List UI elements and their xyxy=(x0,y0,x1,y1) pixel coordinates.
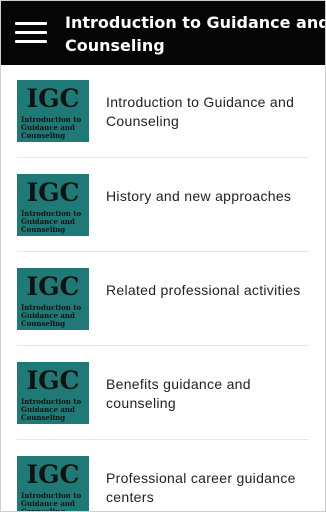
menu-bar-line xyxy=(15,40,47,43)
hamburger-menu-icon[interactable] xyxy=(15,19,47,45)
list-item[interactable]: IGC Introduction to Guidance and Counsel… xyxy=(1,347,325,441)
list-item[interactable]: IGC Introduction to Guidance and Counsel… xyxy=(1,159,325,253)
igc-thumbnail: IGC Introduction to Guidance and Counsel… xyxy=(17,456,89,512)
chapter-list: IGC Introduction to Guidance and Counsel… xyxy=(1,65,325,512)
divider xyxy=(17,251,309,252)
page-title: Introduction to Guidance and Counseling xyxy=(65,11,326,57)
thumbnail-big-text: IGC xyxy=(26,272,80,301)
page-title-line-2: Counseling xyxy=(65,36,165,55)
list-item-label: Introduction to Guidance and Counseling xyxy=(106,94,295,129)
igc-thumbnail: IGC Introduction to Guidance and Counsel… xyxy=(17,268,89,330)
menu-bar-line xyxy=(15,31,47,34)
thumbnail-small-text: Introduction to Guidance and Counseling xyxy=(21,115,82,140)
page-title-line-1: Introduction to Guidance and xyxy=(65,13,326,32)
list-item-label: History and new approaches xyxy=(106,188,292,204)
list-item-label: Professional career guidance centers xyxy=(106,470,296,505)
list-item[interactable]: IGC Introduction to Guidance and Counsel… xyxy=(1,65,325,159)
divider xyxy=(17,345,309,346)
thumbnail-big-text: IGC xyxy=(26,460,80,489)
igc-thumbnail: IGC Introduction to Guidance and Counsel… xyxy=(17,362,89,424)
list-item-label: Benefits guidance and counseling xyxy=(106,376,251,411)
thumbnail-small-text: Introduction to Guidance and Counseling xyxy=(21,209,82,234)
app-bar: Introduction to Guidance and Counseling xyxy=(1,1,326,65)
igc-thumbnail: IGC Introduction to Guidance and Counsel… xyxy=(17,80,89,142)
thumbnail-small-text: Introduction to Guidance and Counseling xyxy=(21,303,82,328)
list-item[interactable]: IGC Introduction to Guidance and Counsel… xyxy=(1,441,325,512)
thumbnail-small-text: Introduction to Guidance and Counseling xyxy=(21,491,82,512)
app-window: Introduction to Guidance and Counseling … xyxy=(0,0,326,512)
thumbnail-small-text: Introduction to Guidance and Counseling xyxy=(21,397,82,422)
thumbnail-big-text: IGC xyxy=(26,84,80,113)
thumbnail-big-text: IGC xyxy=(26,366,80,395)
igc-thumbnail: IGC Introduction to Guidance and Counsel… xyxy=(17,174,89,236)
thumbnail-big-text: IGC xyxy=(26,178,80,207)
list-item-label: Related professional activities xyxy=(106,282,301,298)
list-item[interactable]: IGC Introduction to Guidance and Counsel… xyxy=(1,253,325,347)
divider xyxy=(17,439,309,440)
divider xyxy=(17,157,309,158)
menu-bar-line xyxy=(15,22,47,25)
